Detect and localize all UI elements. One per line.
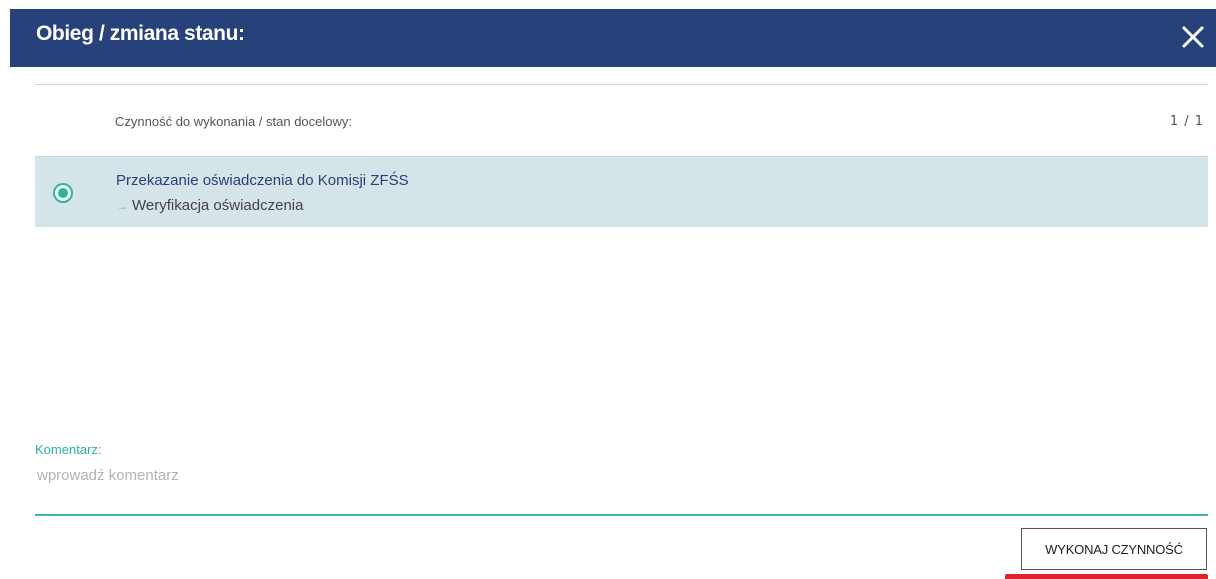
list-count: 1 / 1 (1169, 114, 1204, 129)
option-target-state: → Weryfikacja oświadczenia (116, 197, 303, 214)
action-option-row[interactable]: Przekazanie oświadczenia do Komisji ZFŚS… (35, 156, 1208, 227)
radio-dot-icon (58, 188, 68, 198)
list-header-label: Czynność do wykonania / stan docelowy: (115, 114, 353, 129)
close-icon (1182, 26, 1204, 48)
arrow-right-icon: → (116, 199, 128, 213)
divider (35, 84, 1208, 85)
option-radio-selected[interactable] (53, 183, 73, 203)
state-change-dialog: Obieg / zmiana stanu: Czynność do wykona… (0, 0, 1216, 579)
comment-input[interactable] (35, 460, 1208, 516)
execute-button-highlight (1005, 574, 1208, 579)
execute-action-button[interactable]: WYKONAJ CZYNNOŚĆ (1021, 528, 1207, 570)
option-target-state-label: Weryfikacja oświadczenia (132, 197, 304, 214)
dialog-title: Obieg / zmiana stanu: (36, 22, 245, 45)
close-button[interactable] (1178, 22, 1208, 52)
dialog-header: Obieg / zmiana stanu: (10, 9, 1216, 67)
comment-label: Komentarz: (35, 442, 102, 457)
option-action-title: Przekazanie oświadczenia do Komisji ZFŚS (116, 172, 409, 189)
